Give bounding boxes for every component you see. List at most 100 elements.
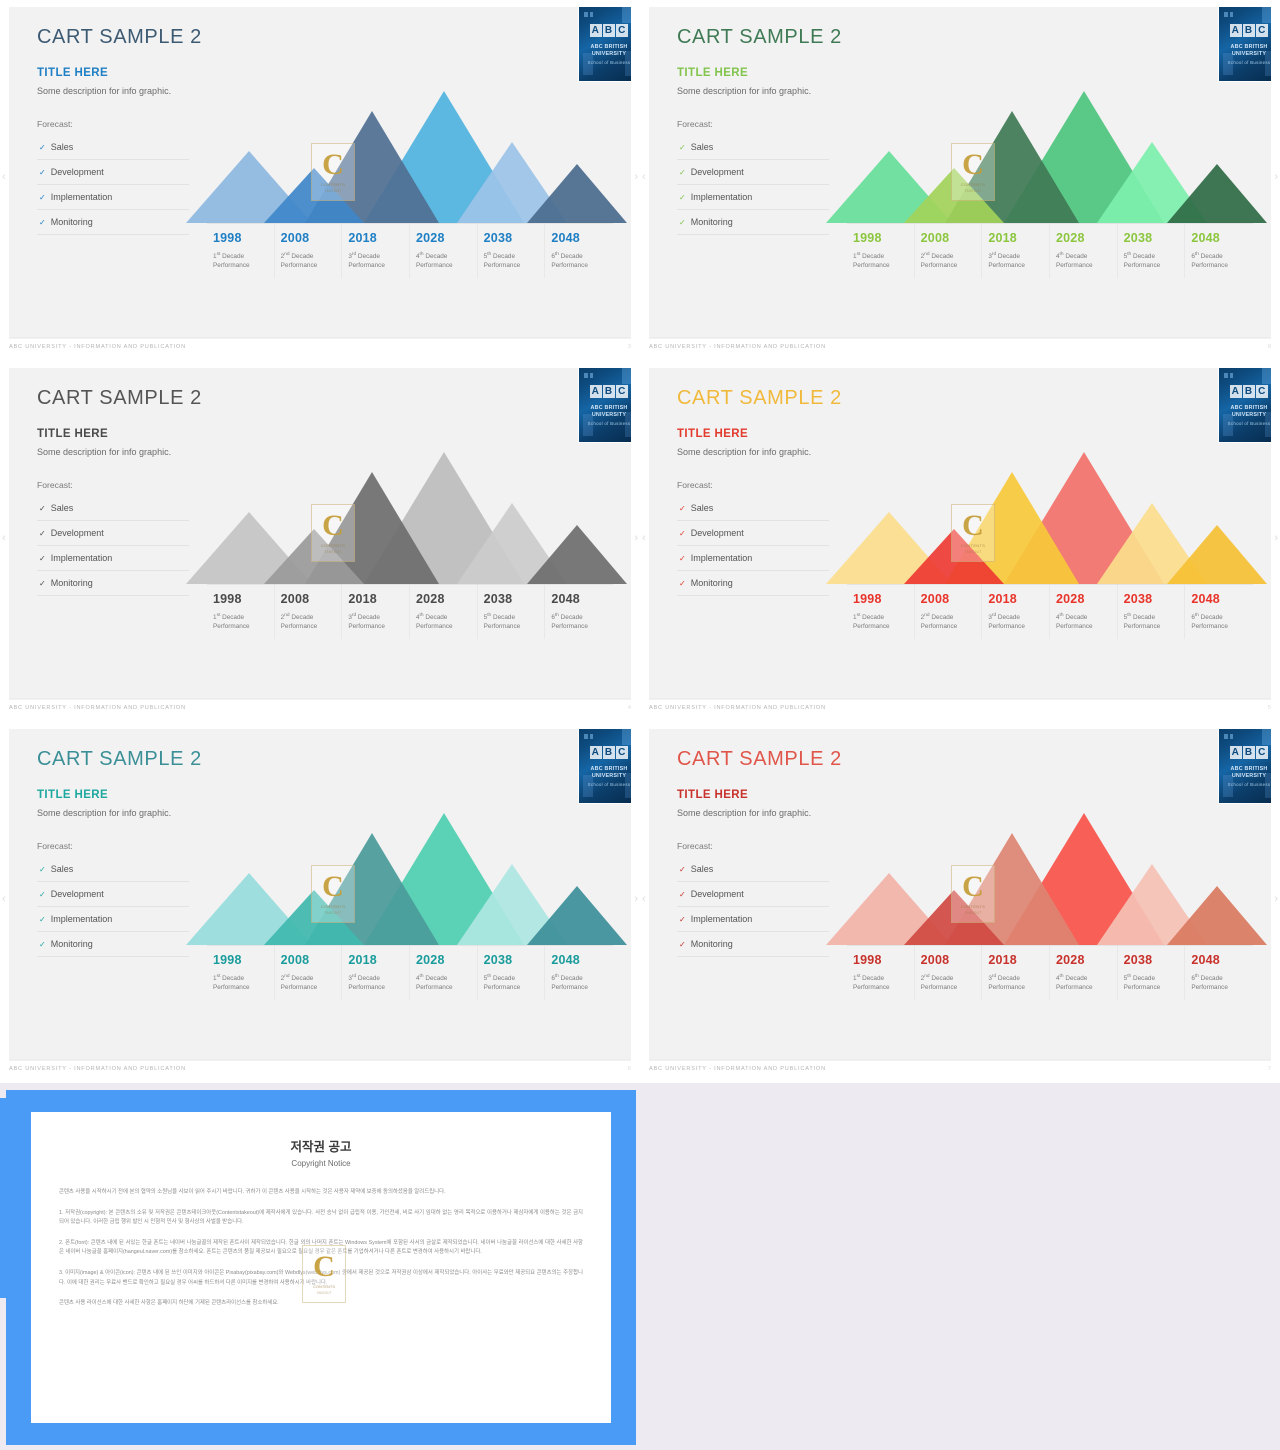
next-slide-arrow[interactable]: › — [634, 172, 638, 183]
axis-cell-2048[interactable]: 2048 6th Decade Performance — [545, 946, 613, 1000]
prev-slide-arrow[interactable]: ‹ — [2, 172, 6, 183]
axis-cell-2028[interactable]: 2028 4th Decade Performance — [410, 585, 478, 639]
axis-cell-2028[interactable]: 2028 4th Decade Performance — [410, 224, 478, 278]
prev-slide-arrow[interactable]: ‹ — [2, 533, 6, 544]
axis-cell-1998[interactable]: 1998 1st Decade Performance — [847, 585, 915, 639]
axis-cell-2028[interactable]: 2028 4th Decade Performance — [410, 946, 478, 1000]
axis-cell-2018[interactable]: 2018 3rd Decade Performance — [342, 224, 410, 278]
axis-cell-1998[interactable]: 1998 1st Decade Performance — [207, 946, 275, 1000]
prev-slide-arrow[interactable]: ‹ — [642, 894, 646, 905]
axis-cell-2028[interactable]: 2028 4th Decade Performance — [1050, 585, 1118, 639]
checklist-item-development[interactable]: ✓ Development — [37, 521, 189, 546]
logo-letter: A — [1229, 385, 1242, 398]
axis-cell-2018[interactable]: 2018 3rd Decade Performance — [982, 224, 1050, 278]
axis-cell-2018[interactable]: 2018 3rd Decade Performance — [982, 946, 1050, 1000]
checklist-item-label: Implementation — [690, 553, 753, 563]
slide-red[interactable]: ‹ › CART SAMPLE 2 A B C ABC BRITISH UNIVERSITY S… — [640, 722, 1280, 1083]
checklist-item-sales[interactable]: ✓ Sales — [677, 857, 829, 882]
logo-speck — [590, 12, 593, 17]
checklist-item-development[interactable]: ✓ Development — [37, 882, 189, 907]
slide-yellow[interactable]: ‹ › CART SAMPLE 2 A B C ABC BRITISH UNIVERSITY S… — [640, 361, 1280, 722]
info-description: Some description for info graphic. — [677, 86, 812, 96]
logo-subtitle: School of Business — [587, 782, 631, 787]
checklist-item-monitoring[interactable]: ✓ Monitoring — [37, 210, 189, 235]
axis-cell-2048[interactable]: 2048 6th Decade Performance — [545, 224, 613, 278]
axis-cell-2048[interactable]: 2048 6th Decade Performance — [1185, 585, 1253, 639]
prev-slide-arrow[interactable]: ‹ — [2, 894, 6, 905]
copyright-title: 저작권 공고 — [290, 1140, 352, 1154]
axis-year-label: 2028 — [415, 953, 445, 967]
checklist-item-sales[interactable]: ✓ Sales — [37, 857, 189, 882]
axis-cell-2048[interactable]: 2048 6th Decade Performance — [1185, 224, 1253, 278]
copyright-subtitle: Copyright Notice — [291, 1159, 351, 1168]
checklist-item-implementation[interactable]: ✓ Implementation — [677, 546, 829, 571]
axis-cell-2038[interactable]: 2038 5th Decade Performance — [1118, 585, 1186, 639]
axis-cell-2028[interactable]: 2028 4th Decade Performance — [1050, 946, 1118, 1000]
logo-letter: B — [1242, 746, 1256, 759]
axis-cell-2008[interactable]: 2008 2nd Decade Performance — [275, 585, 343, 639]
axis-cell-1998[interactable]: 1998 1st Decade Performance — [847, 224, 915, 278]
prev-slide-arrow[interactable]: ‹ — [642, 172, 646, 183]
axis-cell-2038[interactable]: 2038 5th Decade Performance — [478, 585, 546, 639]
axis-cell-2018[interactable]: 2018 3rd Decade Performance — [982, 585, 1050, 639]
axis-cell-2008[interactable]: 2008 2nd Decade Performance — [275, 224, 343, 278]
next-slide-arrow[interactable]: › — [1274, 894, 1278, 905]
mountain-chart: C CONTENTS TAKEOUT 1998 1st Decade Performanc… — [825, 91, 1268, 278]
logo-university-name: ABC BRITISH UNIVERSITY — [1230, 766, 1268, 779]
slide-canvas: CART SAMPLE 2 A B C ABC BRITISH UNIVERSITY Sch… — [9, 368, 631, 700]
slide-footer: ABC UNIVERSITY - INFORMATION AND PUBLICA… — [649, 337, 1271, 353]
checklist-item-monitoring[interactable]: ✓ Monitoring — [37, 571, 189, 596]
checklist-item-development[interactable]: ✓ Development — [677, 160, 829, 185]
axis-cell-2038[interactable]: 2038 5th Decade Performance — [478, 224, 546, 278]
axis-cell-2038[interactable]: 2038 5th Decade Performance — [1118, 946, 1186, 1000]
checklist-item-sales[interactable]: ✓ Sales — [37, 135, 189, 160]
axis-cell-1998[interactable]: 1998 1st Decade Performance — [207, 224, 275, 278]
axis-cell-2018[interactable]: 2018 3rd Decade Performance — [342, 946, 410, 1000]
checklist-item-development[interactable]: ✓ Development — [37, 160, 189, 185]
checklist-item-implementation[interactable]: ✓ Implementation — [37, 907, 189, 932]
checklist-item-sales[interactable]: ✓ Sales — [677, 135, 829, 160]
footer-text: ABC UNIVERSITY - INFORMATION AND PUBLICA… — [649, 1066, 826, 1072]
next-slide-arrow[interactable]: › — [1274, 172, 1278, 183]
next-slide-arrow[interactable]: › — [1274, 533, 1278, 544]
checklist-item-development[interactable]: ✓ Development — [677, 882, 829, 907]
checklist-item-implementation[interactable]: ✓ Implementation — [677, 185, 829, 210]
checklist-item-sales[interactable]: ✓ Sales — [677, 496, 829, 521]
checklist-item-sales[interactable]: ✓ Sales — [37, 496, 189, 521]
axis-cell-2008[interactable]: 2008 2nd Decade Performance — [915, 585, 983, 639]
checklist-item-monitoring[interactable]: ✓ Monitoring — [677, 571, 829, 596]
axis-cell-2008[interactable]: 2008 2nd Decade Performance — [275, 946, 343, 1000]
checklist-item-monitoring[interactable]: ✓ Monitoring — [677, 210, 829, 235]
axis-year-label: 2018 — [348, 592, 377, 606]
axis-cell-2028[interactable]: 2028 4th Decade Performance — [1050, 224, 1118, 278]
prev-slide-arrow[interactable]: ‹ — [642, 533, 646, 544]
axis-year-label: 2018 — [348, 953, 377, 967]
checklist-item-development[interactable]: ✓ Development — [677, 521, 829, 546]
axis-cell-2008[interactable]: 2008 2nd Decade Performance — [915, 224, 983, 278]
logo-university-name: ABC BRITISH UNIVERSITY — [1230, 44, 1268, 57]
axis-cell-2048[interactable]: 2048 6th Decade Performance — [545, 585, 613, 639]
slide-gray[interactable]: ‹ › CART SAMPLE 2 A B C ABC BRITISH UNIVERSITY S… — [0, 361, 640, 722]
logo-speck — [590, 734, 593, 739]
axis-cell-2048[interactable]: 2048 6th Decade Performance — [1185, 946, 1253, 1000]
axis-cell-2038[interactable]: 2038 5th Decade Performance — [478, 946, 546, 1000]
checklist-item-implementation[interactable]: ✓ Implementation — [37, 185, 189, 210]
axis-year-label: 1998 — [853, 953, 882, 967]
axis-cell-2038[interactable]: 2038 5th Decade Performance — [1118, 224, 1186, 278]
axis-year-label: 2028 — [1055, 231, 1085, 245]
slide-teal[interactable]: ‹ › CART SAMPLE 2 A B C ABC BRITISH UNIVERSITY S… — [0, 722, 640, 1083]
checklist-item-monitoring[interactable]: ✓ Monitoring — [37, 932, 189, 957]
axis-cell-1998[interactable]: 1998 1st Decade Performance — [847, 946, 915, 1000]
next-slide-arrow[interactable]: › — [634, 533, 638, 544]
checklist-item-implementation[interactable]: ✓ Implementation — [37, 546, 189, 571]
axis-cell-2008[interactable]: 2008 2nd Decade Performance — [915, 946, 983, 1000]
axis-cell-2018[interactable]: 2018 3rd Decade Performance — [342, 585, 410, 639]
slide-blue[interactable]: ‹ › CART SAMPLE 2 A B C ABC BRITISH UNIVERSITY S… — [0, 0, 640, 361]
logo-speck — [1230, 373, 1233, 378]
slide-green[interactable]: ‹ › CART SAMPLE 2 A B C ABC BRITISH UNIVERSITY S… — [640, 0, 1280, 361]
axis-year-label: 2038 — [483, 231, 513, 245]
checklist-item-monitoring[interactable]: ✓ Monitoring — [677, 932, 829, 957]
axis-cell-1998[interactable]: 1998 1st Decade Performance — [207, 585, 275, 639]
next-slide-arrow[interactable]: › — [634, 894, 638, 905]
checklist-item-implementation[interactable]: ✓ Implementation — [677, 907, 829, 932]
